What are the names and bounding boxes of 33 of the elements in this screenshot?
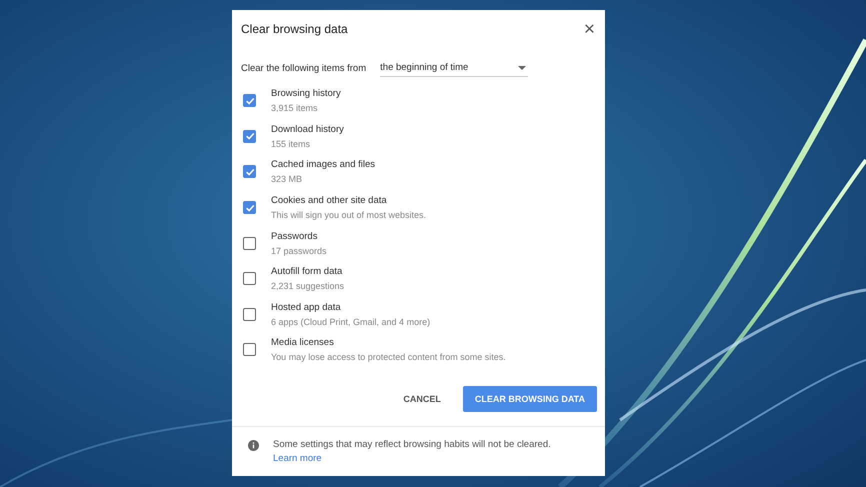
footer-note: Some settings that may reflect browsing habits will not be cleared. Learn more [273,438,552,466]
option-detail: 323 MB [271,174,304,184]
time-range-dropdown[interactable]: the beginning of time [380,60,528,77]
option-detail: You may lose access to protected content from some sites. [271,352,506,362]
option-label: Autofill form data [271,266,344,278]
checkbox[interactable] [243,201,256,214]
option-label: Cached images and files [271,159,376,170]
option-detail: 17 passwords [271,246,327,256]
checkbox[interactable] [243,236,256,250]
checkbox[interactable] [243,308,256,321]
option-detail: This will sign you out of most websites. [271,210,426,220]
checkbox[interactable] [243,130,256,143]
learn-more-link[interactable]: Learn more [273,452,322,464]
checkbox[interactable] [243,165,256,178]
info-icon [248,440,259,451]
option-label: Passwords [271,230,318,242]
option-detail: 3,915 items [271,103,319,114]
checkbox[interactable] [243,94,256,108]
option-label: Cookies and other site data [271,195,388,206]
dialog-title: Clear browsing data [241,22,348,36]
option-detail: 2,231 suggestions [271,281,344,292]
caret-icon [518,66,526,70]
checkbox[interactable] [243,343,256,356]
option-label: Download history [271,124,344,135]
option-detail: 6 apps (Cloud Print, Gmail, and 4 more) [271,316,430,327]
option-label: Media licenses [271,337,335,348]
checkbox[interactable] [243,272,256,286]
option-detail: 155 items [271,138,312,149]
time-range-label: Clear the following items from [241,63,366,74]
cancel-button[interactable]: CANCEL [399,388,445,410]
close-button[interactable]: × [582,20,597,38]
option-label: Browsing history [271,88,341,100]
option-label: Hosted app data [271,302,342,313]
